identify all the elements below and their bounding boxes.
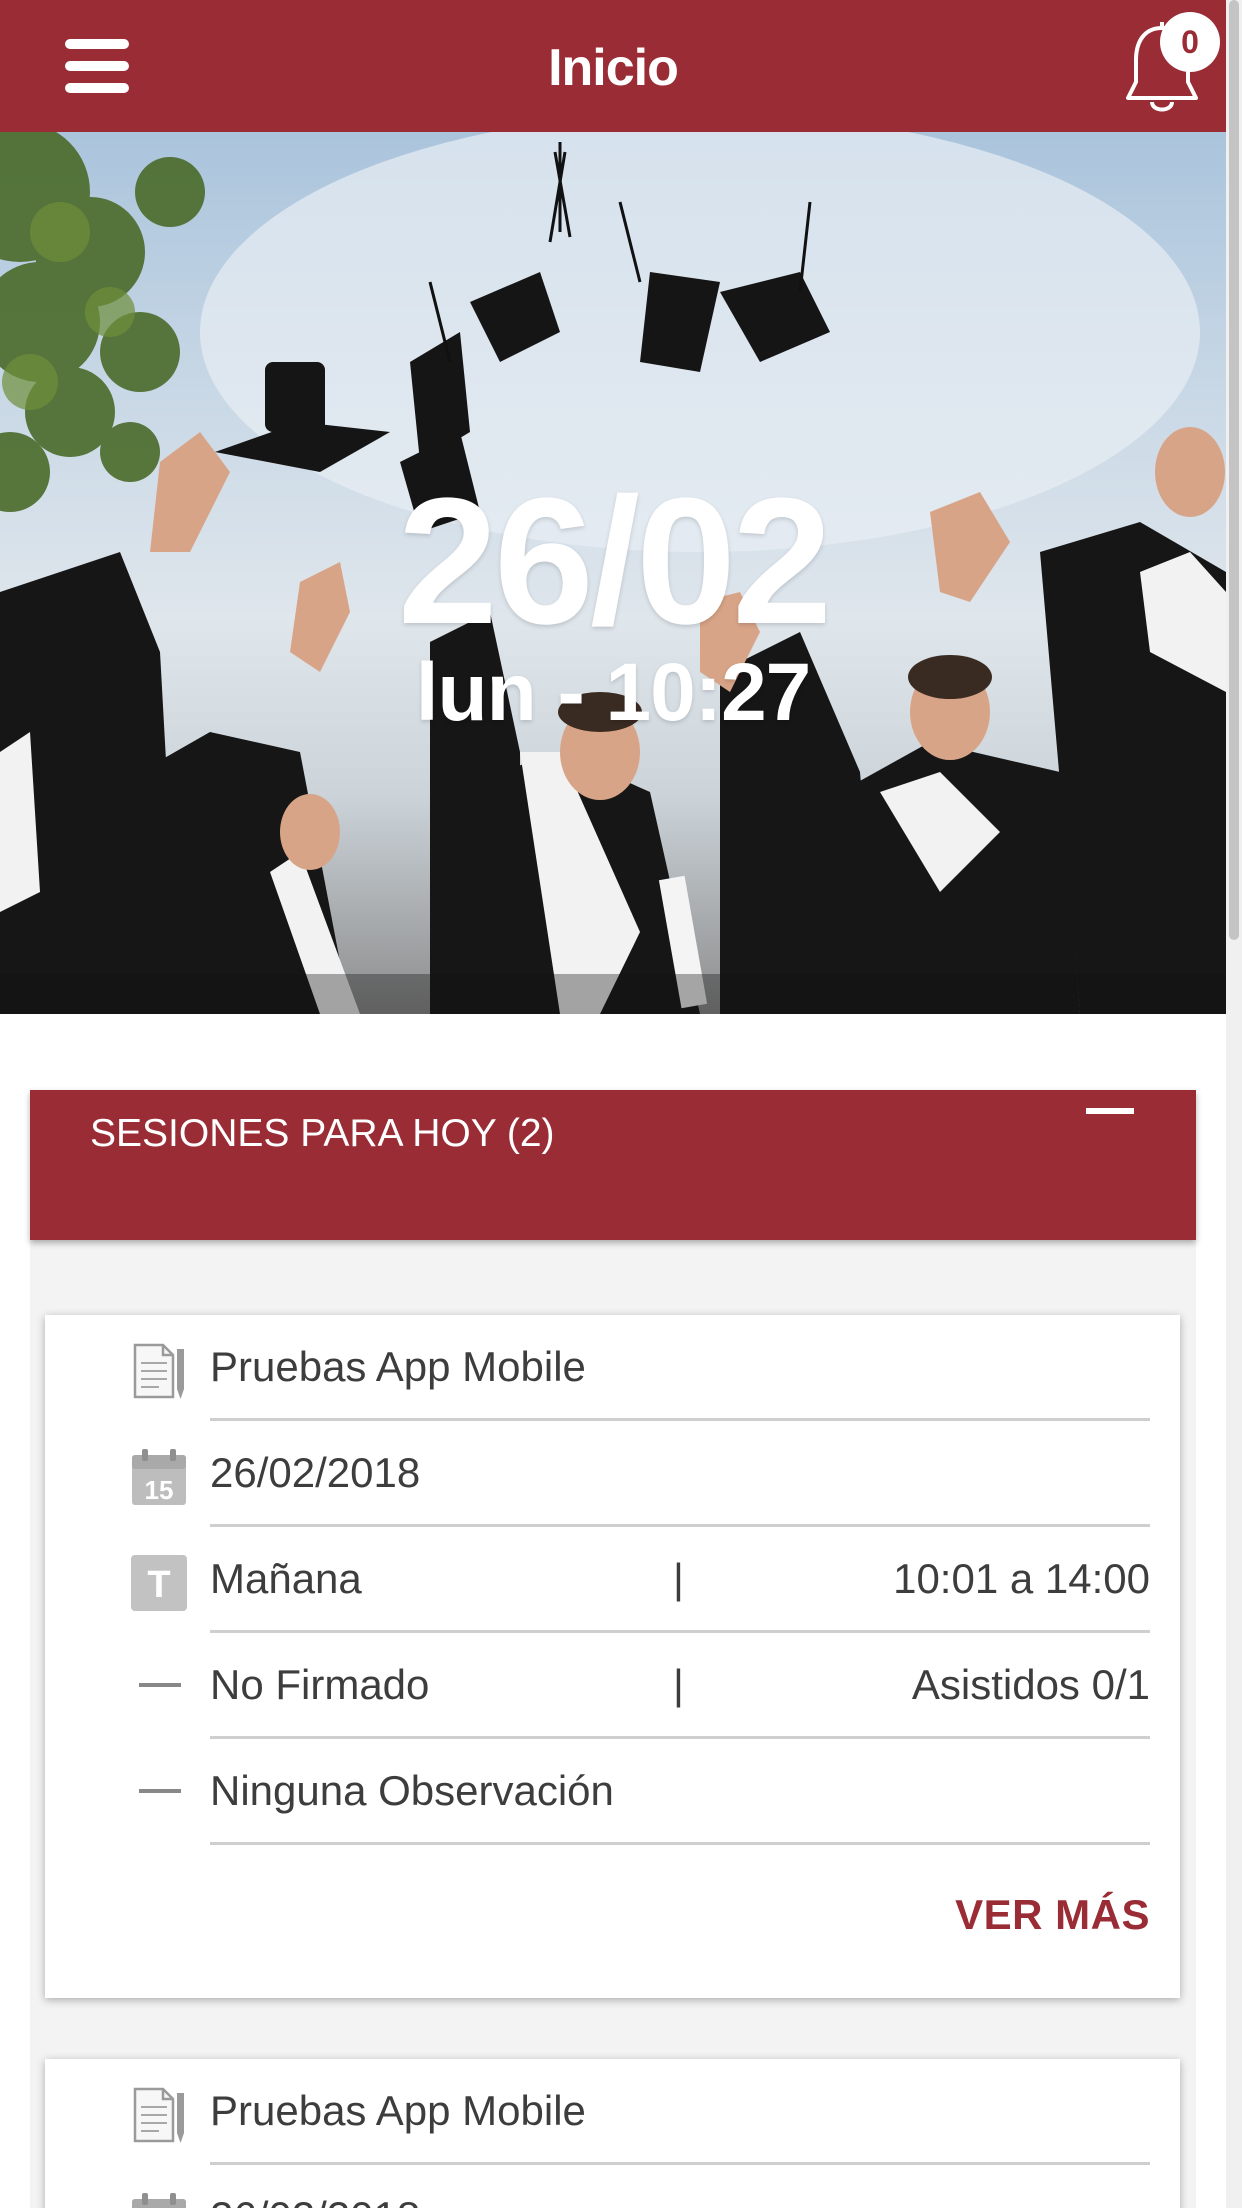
app-header: Inicio 0 (0, 0, 1226, 132)
sessions-panel-header[interactable]: SESIONES PARA HOY (2) (30, 1090, 1196, 1240)
minus-icon[interactable] (1086, 1108, 1134, 1114)
session-date-row: 15 26/02/2018 (45, 2165, 1180, 2208)
app-screen: Inicio 0 26/02 lun - 10:27 SESIONES PARA… (0, 0, 1226, 2208)
svg-text:T: T (147, 1564, 170, 1606)
shift-t-icon: T (129, 1553, 189, 1613)
session-name-row: Pruebas App Mobile (45, 1315, 1180, 1421)
document-pen-icon (129, 2085, 189, 2145)
session-signed-status: No Firmado (210, 1661, 430, 1708)
scrollbar-thumb[interactable] (1229, 0, 1239, 940)
vertical-scrollbar[interactable] (1226, 0, 1242, 2208)
session-attendance: Asistidos 0/1 (911, 1661, 1150, 1708)
dash-icon (139, 1789, 181, 1793)
separator: | (673, 1555, 684, 1602)
page-title: Inicio (548, 39, 679, 97)
hero-date: 26/02 (397, 461, 832, 662)
session-shift-row: T Mañana | 10:01 a 14:00 (45, 1527, 1180, 1633)
hero-banner: 26/02 lun - 10:27 (0, 132, 1226, 1014)
session-card: Pruebas App Mobile 15 26/02/2018 (45, 2059, 1180, 2208)
session-date: 26/02/2018 (210, 1449, 421, 1496)
session-shift: Mañana (210, 1555, 362, 1602)
session-date: 26/02/2018 (210, 2193, 420, 2208)
session-time-range: 10:01 a 14:00 (893, 1555, 1150, 1602)
svg-text:15: 15 (145, 1475, 174, 1505)
session-name: Pruebas App Mobile (210, 2087, 586, 2134)
calendar-icon: 15 (129, 2191, 189, 2208)
hero-weekday-time: lun - 10:27 (415, 647, 812, 738)
calendar-icon: 15 (129, 1447, 189, 1507)
session-name-row: Pruebas App Mobile (45, 2059, 1180, 2165)
session-name: Pruebas App Mobile (210, 1343, 586, 1390)
ver-mas-button[interactable]: VER MÁS (955, 1891, 1150, 1939)
session-observation-row: Ninguna Observación (45, 1739, 1180, 1845)
document-pen-icon (129, 1341, 189, 1401)
sessions-panel-title: SESIONES PARA HOY (2) (90, 1112, 555, 1155)
session-date-row: 15 26/02/2018 (45, 1421, 1180, 1527)
session-observation: Ninguna Observación (210, 1767, 614, 1814)
session-status-row: No Firmado | Asistidos 0/1 (45, 1633, 1180, 1739)
session-card: Pruebas App Mobile 15 26/02/2018 T Mañan… (45, 1315, 1180, 1998)
dash-icon (139, 1683, 181, 1687)
notification-badge[interactable]: 0 (1160, 12, 1220, 72)
separator: | (673, 1661, 684, 1708)
